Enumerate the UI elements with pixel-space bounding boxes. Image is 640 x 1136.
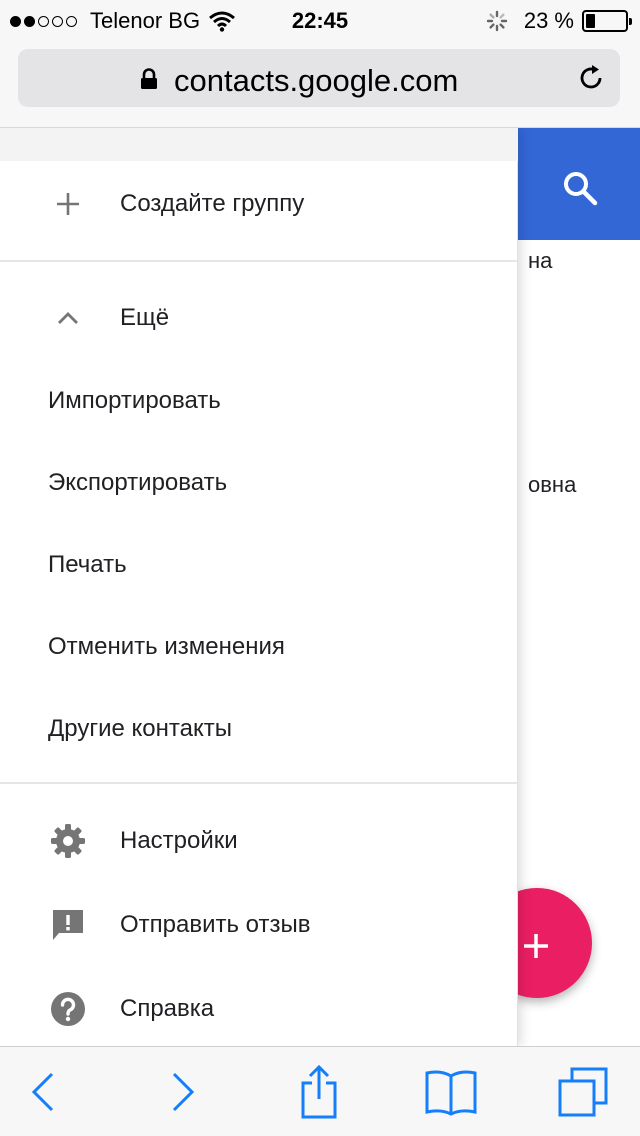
gear-icon	[48, 821, 88, 861]
share-icon	[301, 1065, 337, 1119]
undo-changes-item[interactable]: Отменить изменения	[0, 607, 518, 687]
previous-item-remnant	[0, 128, 518, 161]
battery-percent: 23 %	[523, 8, 574, 33]
share-button[interactable]	[292, 1065, 346, 1119]
help-item[interactable]: Справка	[0, 969, 518, 1046]
reload-icon[interactable]	[576, 63, 606, 93]
divider	[0, 782, 518, 784]
navigation-drawer: Создайте группу Ещё Импортировать Экспор…	[0, 128, 518, 1046]
battery-level	[586, 14, 595, 28]
other-contacts-item[interactable]: Другие контакты	[0, 689, 518, 769]
import-item[interactable]: Импортировать	[0, 361, 518, 441]
chevron-up-icon	[48, 298, 88, 338]
settings-label: Настройки	[120, 827, 238, 854]
status-bar: Telenor BG 22:45 23 %	[0, 0, 640, 40]
import-label: Импортировать	[48, 387, 221, 414]
plus-icon	[524, 934, 548, 958]
divider	[0, 260, 518, 262]
bookmarks-button[interactable]	[424, 1065, 478, 1119]
chevron-right-icon	[172, 1072, 195, 1112]
send-feedback-item[interactable]: Отправить отзыв	[0, 885, 518, 965]
more-label: Ещё	[120, 304, 170, 331]
search-icon[interactable]	[560, 168, 600, 208]
address-bar[interactable]: contacts.google.com	[18, 49, 620, 107]
forward-button[interactable]	[156, 1065, 210, 1119]
bookmarks-icon	[425, 1070, 477, 1116]
settings-item[interactable]: Настройки	[0, 801, 518, 881]
url-text[interactable]: contacts.google.com	[174, 63, 458, 99]
other-contacts-label: Другие контакты	[48, 715, 232, 742]
help-label: Справка	[120, 995, 215, 1022]
export-label: Экспортировать	[48, 469, 228, 496]
status-bar-right: 23 %	[486, 8, 632, 34]
contact-name-fragment[interactable]: овна	[528, 472, 576, 498]
send-feedback-label: Отправить отзыв	[120, 911, 311, 938]
contact-name-fragment[interactable]: на	[528, 248, 552, 274]
export-item[interactable]: Экспортировать	[0, 443, 518, 523]
activity-spinner-icon	[486, 10, 508, 32]
lock-icon	[141, 68, 157, 89]
battery-icon	[582, 10, 632, 32]
undo-changes-label: Отменить изменения	[48, 633, 285, 660]
create-group-label: Создайте группу	[120, 190, 305, 217]
feedback-icon	[48, 905, 88, 945]
create-group-item[interactable]: Создайте группу	[0, 164, 518, 244]
web-page: на овна Создайте группу Ещё Импортироват…	[0, 128, 640, 1046]
help-icon	[48, 989, 88, 1029]
chevron-left-icon	[31, 1072, 54, 1112]
back-button[interactable]	[16, 1065, 70, 1119]
plus-icon	[48, 184, 88, 224]
browser-toolbar	[0, 1046, 640, 1136]
tabs-icon	[558, 1067, 608, 1117]
print-item[interactable]: Печать	[0, 525, 518, 605]
browser-address-bar-area: contacts.google.com	[0, 40, 640, 128]
print-label: Печать	[48, 551, 127, 578]
tabs-button[interactable]	[556, 1065, 610, 1119]
more-toggle[interactable]: Ещё	[0, 278, 518, 358]
